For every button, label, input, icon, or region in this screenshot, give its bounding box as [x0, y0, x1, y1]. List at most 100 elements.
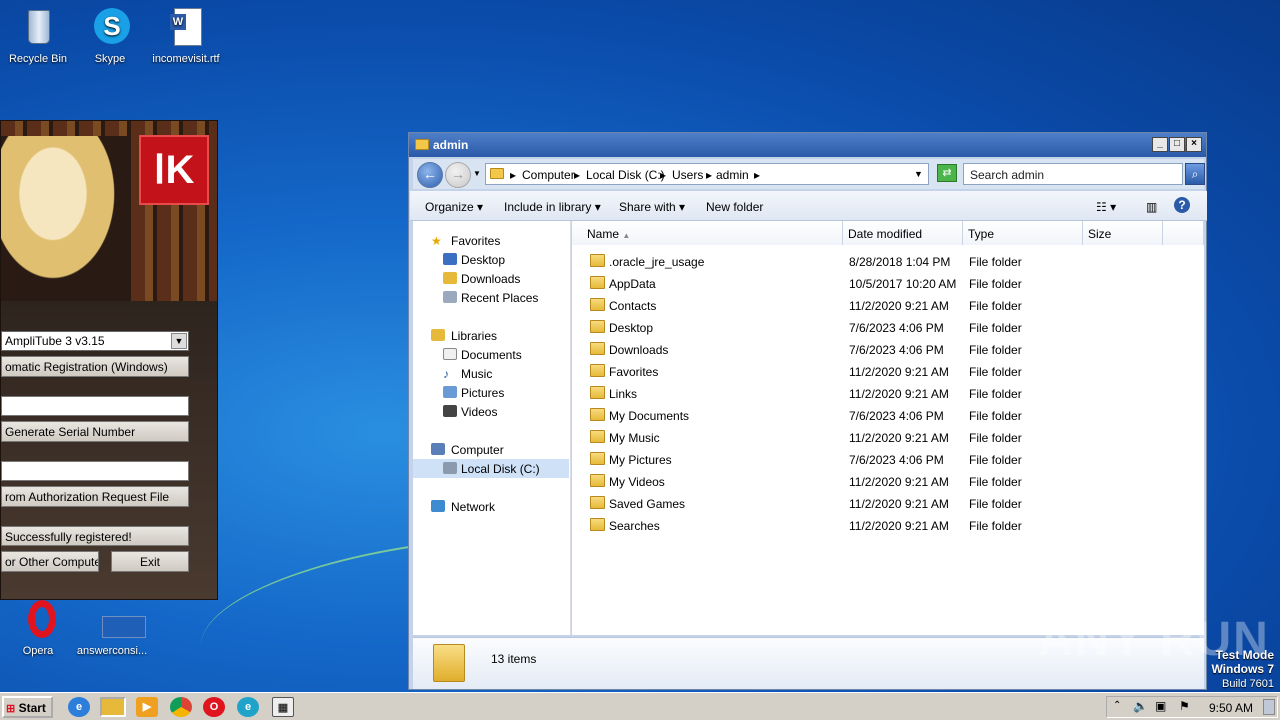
- nav-videos[interactable]: Videos: [413, 402, 569, 421]
- table-row[interactable]: .oracle_jre_usage 8/28/2018 1:04 PM File f…: [572, 251, 1204, 273]
- auth-request-button[interactable]: rom Authorization Request File: [1, 486, 189, 507]
- table-row[interactable]: My Pictures 7/6/2023 4:06 PM File folder: [572, 449, 1204, 471]
- registration-mode-button[interactable]: omatic Registration (Windows): [1, 356, 189, 377]
- table-row[interactable]: Downloads 7/6/2023 4:06 PM File folder: [572, 339, 1204, 361]
- address-field[interactable]: ▸ Computer ▸ Local Disk (C:) ▸ Users ▸ a…: [485, 163, 929, 185]
- include-in-library-button[interactable]: Include in library ▾: [504, 200, 601, 214]
- table-row[interactable]: Links 11/2/2020 9:21 AM File folder: [572, 383, 1204, 405]
- start-button[interactable]: ⊞ Start: [2, 696, 53, 718]
- close-button[interactable]: ×: [1186, 137, 1202, 152]
- table-row[interactable]: Saved Games 11/2/2020 9:21 AM File folder: [572, 493, 1204, 515]
- view-options-icon[interactable]: ☷ ▾: [1096, 200, 1116, 214]
- folder-icon: [590, 342, 605, 355]
- generate-serial-button[interactable]: Generate Serial Number: [1, 421, 189, 442]
- desktop-icon-skype[interactable]: S Skype: [72, 6, 148, 65]
- share-with-button[interactable]: Share with ▾: [619, 200, 685, 214]
- table-row[interactable]: Favorites 11/2/2020 9:21 AM File folder: [572, 361, 1204, 383]
- refresh-icon[interactable]: ⇄: [937, 164, 957, 182]
- file-type: File folder: [969, 409, 1022, 423]
- breadcrumb-sep-icon[interactable]: ▸: [706, 168, 712, 182]
- table-row[interactable]: My Music 11/2/2020 9:21 AM File folder: [572, 427, 1204, 449]
- nav-libraries[interactable]: Libraries: [413, 326, 569, 345]
- media-player-icon[interactable]: ▶: [136, 697, 158, 717]
- serial-input[interactable]: [1, 396, 189, 416]
- keygen-taskbar-icon[interactable]: ▦: [272, 697, 294, 717]
- file-type: File folder: [969, 299, 1022, 313]
- table-row[interactable]: My Videos 11/2/2020 9:21 AM File folder: [572, 471, 1204, 493]
- desktop-icon-opera[interactable]: Opera: [0, 598, 76, 657]
- nav-desktop[interactable]: Desktop: [413, 250, 569, 269]
- breadcrumb-sep-icon[interactable]: ▸: [754, 168, 760, 182]
- music-icon: ♪: [443, 367, 449, 381]
- sort-ascending-icon: ▲: [622, 231, 631, 240]
- nav-downloads[interactable]: Downloads: [413, 269, 569, 288]
- opera-icon[interactable]: O: [203, 697, 225, 717]
- organize-label: Organize: [425, 200, 474, 214]
- breadcrumb-sep-icon[interactable]: ▸: [660, 168, 666, 182]
- desktop-icon-recycle-bin[interactable]: Recycle Bin: [0, 6, 76, 65]
- file-name: .oracle_jre_usage: [609, 255, 705, 269]
- address-history-chevron-icon[interactable]: ▼: [914, 169, 923, 179]
- search-icon[interactable]: ⌕: [1185, 163, 1205, 185]
- column-header-size[interactable]: Size: [1083, 221, 1163, 245]
- breadcrumb-sep-icon[interactable]: ▸: [574, 168, 580, 182]
- breadcrumb-local-disk[interactable]: Local Disk (C:): [586, 168, 665, 182]
- back-button[interactable]: ←: [417, 162, 443, 188]
- folder-icon: [590, 364, 605, 377]
- breadcrumb-admin[interactable]: admin: [716, 168, 749, 182]
- desktop-icon-incomevisit[interactable]: W incomevisit.rtf: [148, 6, 224, 65]
- chevron-down-icon[interactable]: ▼: [171, 333, 187, 349]
- column-header-name[interactable]: Name ▲: [572, 221, 843, 245]
- table-row[interactable]: AppData 10/5/2017 10:20 AM File folder: [572, 273, 1204, 295]
- column-header-date[interactable]: Date modified: [843, 221, 963, 245]
- title-bar[interactable]: admin _ □ ×: [409, 133, 1206, 157]
- product-select-value: AmpliTube 3 v3.15: [5, 334, 105, 348]
- nav-documents[interactable]: Documents: [413, 345, 569, 364]
- product-select[interactable]: AmpliTube 3 v3.15 ▼: [1, 331, 189, 351]
- downloads-icon: [443, 272, 457, 284]
- file-name: Contacts: [609, 299, 657, 313]
- maximize-button[interactable]: □: [1169, 137, 1185, 152]
- table-row[interactable]: My Documents 7/6/2023 4:06 PM File folder: [572, 405, 1204, 427]
- nav-music[interactable]: ♪ Music: [413, 364, 569, 383]
- nav-recent-places[interactable]: Recent Places: [413, 288, 569, 307]
- exit-button[interactable]: Exit: [111, 551, 189, 572]
- minimize-button[interactable]: _: [1152, 137, 1168, 152]
- forward-button[interactable]: →: [445, 162, 471, 188]
- network-tray-icon[interactable]: ▣: [1155, 699, 1166, 713]
- chrome-icon[interactable]: [170, 697, 192, 717]
- explorer-taskbar-icon[interactable]: [100, 697, 126, 717]
- breadcrumb-computer[interactable]: Computer: [522, 168, 575, 182]
- internet-explorer-icon[interactable]: e: [68, 697, 90, 717]
- show-desktop-button[interactable]: [1263, 699, 1275, 715]
- search-input[interactable]: Search admin: [963, 163, 1183, 185]
- nav-network[interactable]: Network: [413, 497, 569, 516]
- table-row[interactable]: Desktop 7/6/2023 4:06 PM File folder: [572, 317, 1204, 339]
- table-row[interactable]: Searches 11/2/2020 9:21 AM File folder: [572, 515, 1204, 537]
- show-hidden-icons-icon[interactable]: ⌃: [1113, 700, 1121, 711]
- new-folder-button[interactable]: New folder: [706, 200, 763, 214]
- nav-local-disk[interactable]: Local Disk (C:): [413, 459, 569, 478]
- help-icon[interactable]: ?: [1174, 197, 1190, 213]
- file-date: 11/2/2020 9:21 AM: [849, 475, 949, 489]
- documents-icon: [443, 348, 457, 360]
- edge-icon[interactable]: e: [237, 697, 259, 717]
- nav-computer[interactable]: Computer: [413, 440, 569, 459]
- folder-icon: [590, 518, 605, 531]
- other-computers-button[interactable]: or Other Computers: [1, 551, 99, 572]
- nav-pictures[interactable]: Pictures: [413, 383, 569, 402]
- preview-pane-icon[interactable]: ▥: [1146, 200, 1157, 214]
- nav-label: Computer: [451, 443, 504, 457]
- column-header-type[interactable]: Type: [963, 221, 1083, 245]
- organize-button[interactable]: Organize ▾: [425, 200, 483, 214]
- breadcrumb-users[interactable]: Users: [672, 168, 703, 182]
- action-center-flag-icon[interactable]: ⚑: [1179, 699, 1190, 713]
- nav-favorites[interactable]: ★ Favorites: [413, 231, 569, 250]
- file-date: 7/6/2023 4:06 PM: [849, 321, 944, 335]
- table-row[interactable]: Contacts 11/2/2020 9:21 AM File folder: [572, 295, 1204, 317]
- clock[interactable]: 9:50 AM: [1209, 701, 1253, 715]
- desktop-icon-answerconsi[interactable]: answerconsi...: [74, 598, 150, 657]
- volume-icon[interactable]: 🔈: [1133, 699, 1148, 713]
- authorization-input[interactable]: [1, 461, 189, 481]
- recent-pages-chevron-icon[interactable]: ▼: [473, 169, 481, 178]
